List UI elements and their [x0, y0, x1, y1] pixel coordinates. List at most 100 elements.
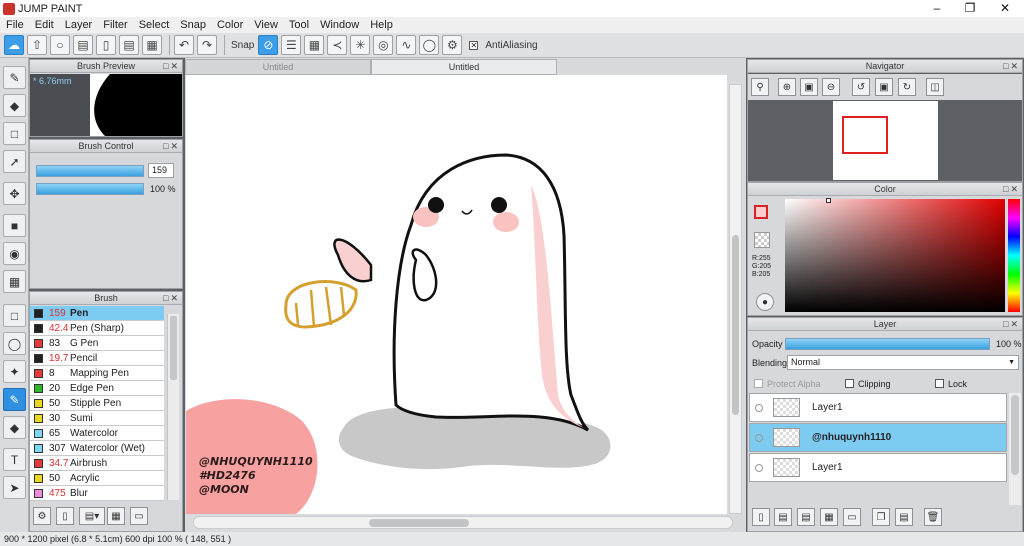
brush-item-mapping-pen[interactable]: 8 Mapping Pen	[30, 366, 164, 381]
new-layer-icon[interactable]: ▯	[752, 508, 770, 526]
brush-folder-icon[interactable]: ▭	[130, 507, 148, 525]
brush-item-pen-sharp[interactable]: 42.4 Pen (Sharp)	[30, 321, 164, 336]
brush-item-watercolor[interactable]: 65 Watercolor	[30, 426, 164, 441]
transparent-color-swatch[interactable]	[754, 232, 770, 248]
minimize-button[interactable]: –	[920, 0, 954, 17]
tab-untitled-1[interactable]: Untitled	[185, 59, 371, 75]
document-canvas[interactable]: @NHUQUYNH1110 #HD2476 @MOON	[186, 75, 727, 514]
color-picker-cursor[interactable]	[826, 198, 831, 203]
snap-concentric-icon[interactable]: ◎	[373, 35, 394, 55]
snap-perspective-icon[interactable]: ≺	[327, 35, 348, 55]
foreground-color-swatch[interactable]	[754, 205, 768, 219]
bucket-tool-icon[interactable]: ◉	[3, 242, 26, 265]
color-picker-field[interactable]	[785, 198, 1005, 312]
new-folder-icon[interactable]: ▭	[843, 508, 861, 526]
brush-size-input[interactable]: 159	[148, 163, 174, 178]
snap-circle-icon[interactable]: ◯	[419, 35, 440, 55]
protect-alpha-checkbox[interactable]: Protect Alpha	[754, 379, 821, 389]
menu-layer[interactable]: Layer	[59, 19, 98, 31]
menu-snap[interactable]: Snap	[174, 19, 211, 31]
brush-item-stipple-pen[interactable]: 50 Stipple Pen	[30, 396, 164, 411]
share-icon[interactable]: ⇧	[27, 35, 47, 55]
text-tool-icon[interactable]: T	[3, 448, 26, 471]
redo-icon[interactable]: ↷	[197, 35, 217, 55]
menu-help[interactable]: Help	[364, 19, 398, 31]
navigator-viewport-box[interactable]	[842, 116, 888, 154]
brush-item-watercolor-wet[interactable]: 307 Watercolor (Wet)	[30, 441, 164, 456]
snap-settings-icon[interactable]: ⚙	[442, 35, 463, 55]
rectangle-tool-icon[interactable]: □	[3, 122, 26, 145]
menu-filter[interactable]: Filter	[97, 19, 132, 31]
panel-float-close-icons[interactable]: □✕	[163, 292, 180, 305]
menu-color[interactable]: Color	[211, 19, 248, 31]
fill-shape-tool-icon[interactable]: ■	[3, 214, 26, 237]
page-settings-icon[interactable]: ▦	[142, 35, 162, 55]
brush-item-acrylic[interactable]: 50 Acrylic	[30, 471, 164, 486]
panel-float-close-icons[interactable]: □✕	[1003, 318, 1020, 331]
zoom-actual-icon[interactable]: ▣	[800, 78, 818, 96]
brush-size-slider[interactable]	[36, 165, 144, 177]
reset-view-icon[interactable]: ▣	[875, 78, 893, 96]
canvas-vertical-scrollbar[interactable]	[729, 84, 742, 514]
blending-select[interactable]: Normal ▼	[787, 355, 1019, 370]
new-brush-icon[interactable]: ▯	[56, 507, 74, 525]
layer-row[interactable]: Layer1	[749, 453, 1007, 482]
move-tool-icon[interactable]: ✥	[3, 182, 26, 205]
layer-row[interactable]: @nhuquynh1110	[749, 423, 1007, 452]
brush-item-pen[interactable]: 159 Pen	[30, 306, 164, 321]
page-list-icon[interactable]: ▤	[119, 35, 139, 55]
brush-copy-icon[interactable]: ▦	[107, 507, 125, 525]
layer-list-scrollbar[interactable]	[1009, 393, 1021, 505]
palette-icon[interactable]: ●	[756, 293, 774, 311]
cloud-icon[interactable]: ☁	[4, 35, 24, 55]
gradient-tool-icon[interactable]: ▦	[3, 270, 26, 293]
menu-view[interactable]: View	[248, 19, 283, 31]
menu-file[interactable]: File	[0, 19, 29, 31]
eraser-tool-icon[interactable]: ◆	[3, 94, 26, 117]
brush-settings-icon[interactable]: ⚙	[33, 507, 51, 525]
menu-edit[interactable]: Edit	[29, 19, 59, 31]
menu-window[interactable]: Window	[314, 19, 364, 31]
panel-float-close-icons[interactable]: □✕	[1003, 60, 1020, 73]
tab-untitled-2[interactable]: Untitled	[371, 59, 557, 75]
brush-menu-icon[interactable]: ▤▾	[79, 507, 105, 525]
rotate-left-icon[interactable]: ↺	[852, 78, 870, 96]
flip-icon[interactable]: ◫	[926, 78, 944, 96]
hue-slider[interactable]	[1008, 199, 1020, 312]
rotate-right-icon[interactable]: ↻	[898, 78, 916, 96]
speech-bubble-icon[interactable]: ○	[50, 35, 70, 55]
lock-checkbox[interactable]: Lock	[935, 379, 967, 389]
comment-icon[interactable]: ▤	[73, 35, 93, 55]
close-button[interactable]: ✕	[988, 0, 1022, 17]
lasso-tool-icon[interactable]: ◯	[3, 332, 26, 355]
merge-layer-icon[interactable]: ▤	[895, 508, 913, 526]
zoom-in-icon[interactable]: ⊕	[778, 78, 796, 96]
snap-grid-icon[interactable]: ▦	[304, 35, 325, 55]
zoom-out-icon[interactable]: ⊖	[822, 78, 840, 96]
select-pen-tool-icon[interactable]: ✎	[3, 388, 26, 411]
new-text-layer-icon[interactable]: ▤	[797, 508, 815, 526]
panel-float-close-icons[interactable]: □✕	[163, 140, 180, 153]
panel-float-close-icons[interactable]: □✕	[163, 60, 180, 73]
clipping-checkbox[interactable]: Clipping	[845, 379, 891, 389]
brush-list-scrollbar[interactable]	[167, 314, 179, 500]
layer-row[interactable]: Layer1	[749, 393, 1007, 422]
brush-item-pencil[interactable]: 19.7 Pencil	[30, 351, 164, 366]
line-tool-icon[interactable]: ➚	[3, 150, 26, 173]
select-eraser-tool-icon[interactable]: ◆	[3, 416, 26, 439]
brush-item-sumi[interactable]: 30 Sumi	[30, 411, 164, 426]
snap-curve-icon[interactable]: ∿	[396, 35, 417, 55]
brush-opacity-slider[interactable]	[36, 183, 144, 195]
snap-parallel-icon[interactable]: ☰	[281, 35, 302, 55]
undo-icon[interactable]: ↶	[174, 35, 194, 55]
canvas-horizontal-scrollbar[interactable]	[193, 516, 733, 529]
maximize-button[interactable]: ❐	[953, 0, 987, 17]
duplicate-layer-icon[interactable]: ❐	[872, 508, 890, 526]
delete-layer-icon[interactable]: 🗑	[924, 508, 942, 526]
page-icon[interactable]: ▯	[96, 35, 116, 55]
brush-tool-icon[interactable]: ✎	[3, 66, 26, 89]
brush-item-blur[interactable]: 475 Blur	[30, 486, 164, 501]
new-halftone-layer-icon[interactable]: ▦	[820, 508, 838, 526]
zoom-fit-icon[interactable]: ⚲	[751, 78, 769, 96]
visibility-eye-icon[interactable]	[755, 403, 763, 412]
